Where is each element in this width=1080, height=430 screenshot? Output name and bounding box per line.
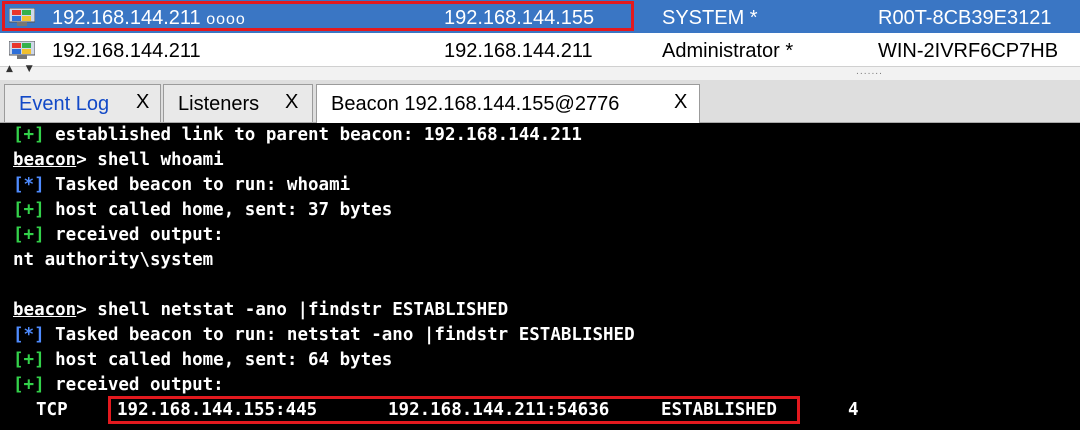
windows-computer-icon [9, 41, 35, 59]
session-internal-ip: 192.168.144.211 [444, 40, 593, 62]
close-tab-button[interactable]: X [136, 83, 149, 121]
tab-beacon[interactable]: Beacon 192.168.144.155@2776 X [316, 84, 700, 123]
split-pane-divider[interactable]: ▲ ▼ ....... [0, 64, 1080, 81]
beacon-prompt: beacon [13, 150, 77, 170]
console-line: [+] received output: [13, 375, 224, 395]
netstat-pid: 4 [848, 400, 859, 420]
beacon-console[interactable]: [+] established link to parent beacon: 1… [0, 123, 1080, 430]
tab-label: Beacon 192.168.144.155@2776 [331, 93, 620, 115]
session-computer: R00T-8CB39E3121 [878, 7, 1052, 29]
console-line: [+] received output: [13, 225, 224, 245]
success-tag: [+] [13, 225, 45, 245]
tab-bar: Event Log X Listeners X Beacon 192.168.1… [0, 80, 1080, 123]
close-tab-button[interactable]: X [674, 83, 687, 121]
drag-grip-icon[interactable]: ....... [856, 67, 883, 77]
session-row-system[interactable]: 192.168.144.211 oooo 192.168.144.155 SYS… [0, 0, 1080, 33]
session-computer: WIN-2IVRF6CP7HB [878, 40, 1059, 62]
task-tag: [*] [13, 175, 45, 195]
console-line: [+] established link to parent beacon: 1… [13, 125, 582, 145]
success-tag: [+] [13, 200, 45, 220]
success-tag: [+] [13, 375, 45, 395]
session-user: Administrator * [662, 40, 794, 62]
sessions-table: 192.168.144.211 oooo 192.168.144.155 SYS… [0, 0, 1080, 66]
console-line: [+] host called home, sent: 64 bytes [13, 350, 393, 370]
close-tab-button[interactable]: X [285, 83, 298, 121]
success-tag: [+] [13, 125, 45, 145]
success-tag: [+] [13, 350, 45, 370]
session-row-administrator[interactable]: 192.168.144.211 192.168.144.211 Administ… [0, 33, 1080, 66]
highlight-box-session [2, 1, 634, 31]
highlight-box-connection [108, 396, 800, 424]
collapse-arrows-icon[interactable]: ▲ ▼ [6, 64, 38, 74]
console-line: [*] Tasked beacon to run: netstat -ano |… [13, 325, 635, 345]
tab-label: Event Log [19, 93, 110, 115]
console-line: beacon> shell whoami [13, 150, 224, 170]
netstat-proto: TCP [36, 400, 68, 420]
tab-label: Listeners [178, 93, 260, 115]
session-external-ip: 192.168.144.211 [52, 40, 201, 62]
tab-listeners[interactable]: Listeners X [163, 84, 313, 122]
beacon-prompt: beacon [13, 300, 77, 320]
tab-event-log[interactable]: Event Log X [4, 84, 161, 122]
console-line: [*] Tasked beacon to run: whoami [13, 175, 351, 195]
task-tag: [*] [13, 325, 45, 345]
console-line: beacon> shell netstat -ano |findstr ESTA… [13, 300, 509, 320]
console-output-line: nt authority\system [13, 250, 214, 270]
session-user: SYSTEM * [662, 7, 758, 29]
console-line: [+] host called home, sent: 37 bytes [13, 200, 393, 220]
